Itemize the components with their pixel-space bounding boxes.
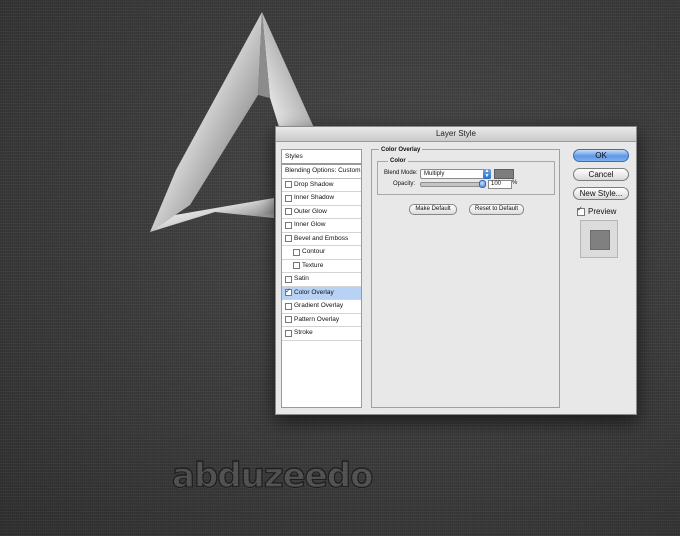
style-item-satin[interactable]: Satin	[282, 273, 361, 287]
preview-label: Preview	[588, 207, 617, 216]
style-item-label: Outer Glow	[294, 207, 327, 215]
updown-arrows-icon: ▲ ▼	[483, 168, 491, 179]
preview-thumbnail	[580, 220, 618, 258]
cancel-button[interactable]: Cancel	[573, 168, 629, 181]
blend-mode-select[interactable]: Multiply ▲ ▼	[420, 169, 491, 179]
style-item-checkbox[interactable]	[293, 262, 300, 270]
style-item-label: Bevel and Emboss	[294, 234, 349, 242]
style-item-checkbox[interactable]	[285, 221, 292, 229]
style-item-stroke[interactable]: Stroke	[282, 327, 361, 341]
style-item-texture[interactable]: Texture	[282, 260, 361, 273]
style-item-label: Gradient Overlay	[294, 302, 344, 309]
style-item-checkbox[interactable]	[285, 329, 292, 337]
blend-mode-label: Blend Mode:	[384, 170, 418, 176]
style-item-checkbox[interactable]	[285, 316, 292, 324]
style-item-outer-glow[interactable]: Outer Glow	[282, 206, 361, 219]
make-default-button[interactable]: Make Default	[409, 204, 457, 215]
style-item-label: Pattern Overlay	[294, 315, 340, 323]
opacity-slider-knob[interactable]	[479, 180, 486, 188]
style-item-color-overlay[interactable]: Color Overlay	[282, 286, 361, 300]
style-item-bevel-and-emboss[interactable]: Bevel and Emboss	[282, 233, 361, 246]
style-item-label: Inner Shadow	[294, 194, 335, 201]
color-group: Color Blend Mode: Multiply ▲ ▼ Opacity: 1…	[377, 158, 555, 195]
dialog-title: Layer Style	[276, 127, 636, 142]
blending-options-item[interactable]: Blending Options: Custom	[282, 165, 361, 179]
opacity-unit: %	[512, 180, 518, 186]
style-item-inner-glow[interactable]: Inner Glow	[282, 219, 361, 233]
layer-style-dialog: Layer Style Styles Blending Options: Cus…	[275, 126, 637, 415]
blend-mode-value: Multiply	[424, 171, 445, 177]
styles-header[interactable]: Styles	[282, 150, 361, 165]
preview-checkbox[interactable]	[577, 205, 585, 216]
style-item-checkbox[interactable]	[285, 302, 292, 310]
overlay-color-swatch[interactable]	[494, 169, 514, 179]
style-item-label: Color Overlay	[294, 288, 334, 296]
style-item-checkbox[interactable]	[293, 248, 300, 256]
style-item-label: Stroke	[294, 329, 313, 336]
style-item-gradient-overlay[interactable]: Gradient Overlay	[282, 300, 361, 314]
section-title: Color Overlay	[379, 147, 423, 153]
styles-list-panel: Styles Blending Options: Custom Drop Sha…	[281, 149, 362, 408]
style-item-checkbox[interactable]	[285, 275, 292, 283]
opacity-input[interactable]: 100	[488, 180, 512, 189]
style-item-pattern-overlay[interactable]: Pattern Overlay	[282, 314, 361, 327]
ok-button[interactable]: OK	[573, 149, 629, 162]
style-item-label: Drop Shadow	[294, 180, 334, 188]
color-group-title: Color	[388, 158, 408, 164]
style-item-checkbox[interactable]	[285, 208, 292, 216]
style-item-checkbox[interactable]	[285, 181, 292, 189]
style-item-label: Inner Glow	[294, 221, 326, 228]
style-item-contour[interactable]: Contour	[282, 246, 361, 260]
style-item-drop-shadow[interactable]: Drop Shadow	[282, 179, 361, 192]
new-style-button[interactable]: New Style...	[573, 187, 629, 200]
preview-swatch	[590, 230, 610, 250]
style-items-list: Drop Shadow Inner Shadow Outer Glow Inner G…	[282, 179, 361, 341]
style-item-checkbox[interactable]	[285, 286, 292, 299]
abduzeedo-logo-text: abduzeedo	[171, 455, 374, 496]
reset-to-default-button[interactable]: Reset to Default	[469, 204, 524, 215]
opacity-label: Opacity:	[393, 181, 416, 187]
style-item-inner-shadow[interactable]: Inner Shadow	[282, 192, 361, 206]
style-item-checkbox[interactable]	[285, 194, 292, 202]
preview-checkbox-row[interactable]: Preview	[577, 205, 617, 216]
style-item-label: Texture	[302, 261, 324, 269]
style-item-label: Contour	[302, 248, 326, 255]
style-item-label: Satin	[294, 275, 309, 282]
style-item-checkbox[interactable]	[285, 235, 292, 243]
opacity-slider-track[interactable]	[420, 182, 484, 187]
color-overlay-panel: Color Overlay Color Blend Mode: Multiply…	[371, 147, 560, 408]
